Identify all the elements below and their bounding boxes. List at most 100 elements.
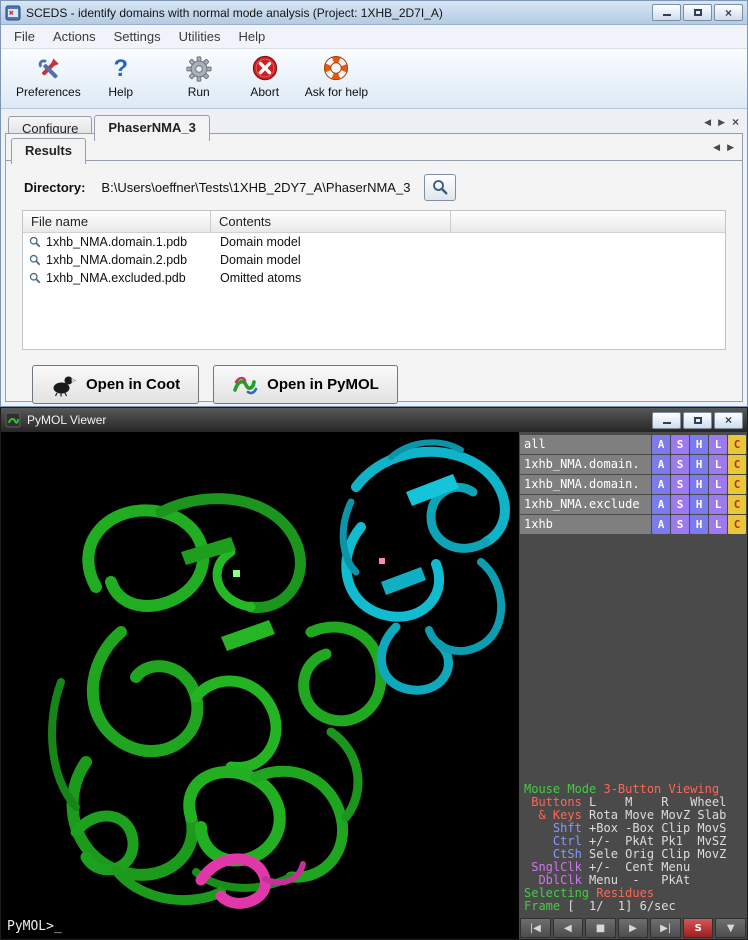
object-button-l[interactable]: L — [709, 515, 727, 534]
tab-results[interactable]: Results — [11, 138, 86, 164]
pymol-maximize-button[interactable] — [683, 412, 712, 429]
object-button-l[interactable]: L — [709, 435, 727, 454]
window-title: SCEDS - identify domains with normal mod… — [26, 6, 650, 20]
minimize-icon — [663, 417, 671, 424]
maximize-icon — [694, 9, 702, 16]
column-header-contents[interactable]: Contents — [211, 211, 451, 232]
maximize-button[interactable] — [683, 4, 712, 21]
object-button-c[interactable]: C — [728, 455, 746, 474]
object-button-l[interactable]: L — [709, 475, 727, 494]
pymol-minimize-button[interactable] — [652, 412, 681, 429]
stop-button[interactable]: ■ — [585, 918, 616, 938]
object-button-c[interactable]: C — [728, 475, 746, 494]
mouse-panel-line: Frame [ 1/ 1] 6/sec — [524, 900, 726, 913]
object-button-h[interactable]: H — [690, 435, 708, 454]
menu-file[interactable]: File — [5, 26, 44, 47]
object-name[interactable]: 1xhb_NMA.domain. — [520, 455, 651, 474]
pymol-close-button[interactable]: × — [714, 412, 743, 429]
tab-scroll-right-icon[interactable]: ▶ — [718, 117, 725, 128]
minimize-button[interactable] — [652, 4, 681, 21]
directory-label: Directory: — [24, 180, 85, 195]
object-button-h[interactable]: H — [690, 455, 708, 474]
results-scroll-right-icon[interactable]: ▶ — [727, 142, 734, 153]
pymol-viewport[interactable]: PyMOL>_ allASHLC1xhb_NMA.domain.ASHLC1xh… — [1, 432, 747, 939]
object-row: 1xhb_NMA.domain.ASHLC — [520, 475, 746, 494]
object-name[interactable]: 1xhb_NMA.domain. — [520, 475, 651, 494]
pymol-window-title: PyMOL Viewer — [27, 413, 650, 427]
column-header-file-name[interactable]: File name — [23, 211, 211, 232]
step-back-button[interactable]: ◀ — [553, 918, 584, 938]
file-name: 1xhb_NMA.domain.1.pdb — [46, 235, 187, 249]
object-name[interactable]: 1xhb_NMA.exclude — [520, 495, 651, 514]
pymol-app-icon — [5, 412, 21, 428]
abort-button[interactable]: Abort — [232, 52, 298, 101]
menu-utilities[interactable]: Utilities — [170, 26, 230, 47]
gear-icon — [184, 54, 214, 84]
object-button-h[interactable]: H — [690, 475, 708, 494]
life-ring-icon — [321, 54, 351, 84]
object-button-h[interactable]: H — [690, 495, 708, 514]
object-button-s[interactable]: S — [671, 455, 689, 474]
toolbar-label: Help — [108, 85, 133, 99]
object-button-a[interactable]: A — [652, 435, 670, 454]
panel-menu-button[interactable]: ▼ — [715, 918, 746, 938]
object-button-a[interactable]: A — [652, 515, 670, 534]
open-in-coot-button[interactable]: Open in Coot — [32, 365, 199, 404]
object-button-c[interactable]: C — [728, 495, 746, 514]
menu-settings[interactable]: Settings — [105, 26, 170, 47]
object-name[interactable]: 1xhb — [520, 515, 651, 534]
play-button[interactable]: ▶ — [618, 918, 649, 938]
results-scroll-left-icon[interactable]: ◀ — [713, 142, 720, 153]
pymol-titlebar[interactable]: PyMOL Viewer × — [1, 408, 747, 433]
pymol-prompt[interactable]: PyMOL>_ — [7, 919, 62, 934]
object-button-l[interactable]: L — [709, 495, 727, 514]
object-button-s[interactable]: S — [671, 495, 689, 514]
pymol-window: PyMOL Viewer × — [0, 407, 748, 940]
run-button[interactable]: Run — [166, 52, 232, 101]
object-row: allASHLC — [520, 435, 746, 454]
open-in-pymol-button[interactable]: Open in PyMOL — [213, 365, 398, 404]
browse-button[interactable] — [424, 174, 456, 201]
ask-for-help-button[interactable]: Ask for help — [298, 52, 375, 101]
pymol-ribbon-icon — [232, 373, 258, 397]
menu-actions[interactable]: Actions — [44, 26, 105, 47]
menu-bar: FileActionsSettingsUtilitiesHelp — [1, 25, 747, 49]
tab-label: Results — [25, 143, 72, 158]
close-button[interactable]: × — [714, 4, 743, 21]
tab-scroll-left-icon[interactable]: ◀ — [704, 117, 711, 128]
object-button-c[interactable]: C — [728, 515, 746, 534]
help-button[interactable]: ? Help — [88, 52, 154, 101]
go-to-end-button[interactable]: ▶| — [650, 918, 681, 938]
table-row[interactable]: 1xhb_NMA.domain.2.pdbDomain model — [23, 251, 725, 269]
preferences-button[interactable]: Preferences — [9, 52, 88, 101]
object-button-h[interactable]: H — [690, 515, 708, 534]
table-row[interactable]: 1xhb_NMA.excluded.pdbOmitted atoms — [23, 269, 725, 287]
object-button-l[interactable]: L — [709, 455, 727, 474]
tab-close-icon[interactable]: × — [732, 118, 739, 127]
menu-help[interactable]: Help — [229, 26, 274, 47]
scene-button[interactable]: S — [683, 918, 714, 938]
sceds-titlebar[interactable]: SCEDS - identify domains with normal mod… — [1, 1, 747, 25]
object-button-a[interactable]: A — [652, 455, 670, 474]
object-button-c[interactable]: C — [728, 435, 746, 454]
object-button-s[interactable]: S — [671, 435, 689, 454]
magnifier-icon — [432, 179, 448, 195]
button-label: Open in Coot — [86, 376, 180, 393]
toolbar-label: Preferences — [16, 85, 81, 99]
file-contents: Domain model — [211, 253, 451, 267]
go-to-start-button[interactable]: |◀ — [520, 918, 551, 938]
tab-phasernma3[interactable]: PhaserNMA_3 — [94, 115, 209, 141]
table-row[interactable]: 1xhb_NMA.domain.1.pdbDomain model — [23, 233, 725, 251]
toolbar: Preferences ? Help Run — [1, 49, 747, 109]
object-button-s[interactable]: S — [671, 475, 689, 494]
sceds-window: SCEDS - identify domains with normal mod… — [0, 0, 748, 407]
object-button-s[interactable]: S — [671, 515, 689, 534]
object-button-a[interactable]: A — [652, 495, 670, 514]
object-list: allASHLC1xhb_NMA.domain.ASHLC1xhb_NMA.do… — [519, 432, 747, 534]
files-table-header: File name Contents — [23, 211, 725, 233]
object-button-a[interactable]: A — [652, 475, 670, 494]
file-name: 1xhb_NMA.excluded.pdb — [46, 271, 186, 285]
abort-icon — [250, 54, 280, 84]
protein-structure[interactable] — [1, 432, 520, 940]
object-name[interactable]: all — [520, 435, 651, 454]
